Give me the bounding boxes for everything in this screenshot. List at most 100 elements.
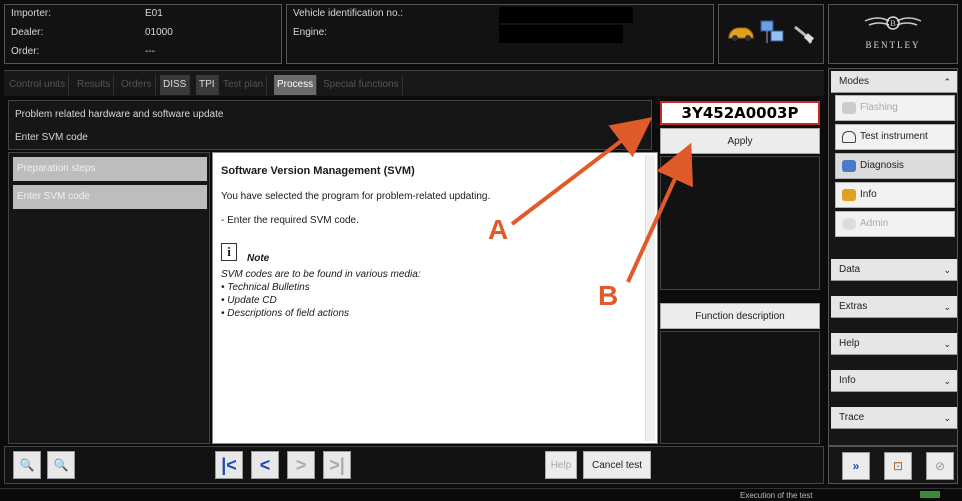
bentley-wings-icon: B	[864, 16, 922, 30]
mode-info-button[interactable]: Info	[835, 182, 955, 208]
order-value: ---	[145, 46, 155, 57]
dealer-value: 01000	[145, 27, 173, 38]
chevron-down-icon: ⌄	[943, 413, 951, 423]
importer-value: E01	[145, 8, 163, 19]
crosshair-icon[interactable]: ⊡	[884, 452, 912, 480]
content-scrollbar[interactable]	[645, 155, 655, 441]
process-title-panel: Problem related hardware and software up…	[8, 100, 652, 150]
tab-diss[interactable]: DISS	[160, 75, 191, 95]
annotation-label-b: B	[598, 280, 619, 311]
tab-test-plan[interactable]: Test plan	[220, 75, 268, 95]
right-panel-upper	[660, 156, 820, 290]
section-label: Trace	[839, 412, 865, 423]
process-title: Problem related hardware and software up…	[15, 109, 224, 120]
status-text: Execution of the test	[740, 491, 813, 500]
bullet-text: Descriptions of field actions	[227, 308, 350, 319]
step-enter-svm-code[interactable]: Enter SVM code	[13, 185, 207, 209]
svm-code-input[interactable]: 3Y452A0003P	[660, 101, 820, 125]
gauge-icon	[842, 131, 856, 143]
annotation-label-a: A	[488, 214, 509, 245]
dealer-label: Dealer:	[11, 27, 44, 38]
progress-indicator	[920, 491, 940, 498]
mode-label: Diagnosis	[860, 160, 904, 171]
note-info-icon: i	[221, 243, 237, 261]
vehicle-info-panel: Importer: E01 Dealer: 01000 Order: ---	[4, 4, 282, 64]
previous-icon[interactable]: <	[251, 451, 279, 479]
mode-label: Info	[860, 189, 877, 200]
last-page-icon[interactable]: >|	[323, 451, 351, 479]
importer-label: Importer:	[11, 8, 52, 19]
fast-forward-icon[interactable]: »	[842, 452, 870, 480]
data-section[interactable]: Data ⌄	[831, 259, 957, 281]
info-section[interactable]: Info ⌄	[831, 370, 957, 392]
admin-icon	[842, 218, 856, 230]
bullet-item: • Descriptions of field actions	[221, 308, 350, 319]
content-para1: You have selected the program for proble…	[221, 191, 491, 202]
engine-redacted	[499, 25, 623, 43]
zoom-in-icon[interactable]: 🔍	[47, 451, 75, 479]
first-page-icon[interactable]: |<	[215, 451, 243, 479]
step-preparation[interactable]: Preparation steps	[13, 157, 207, 181]
help-section[interactable]: Help ⌄	[831, 333, 957, 355]
section-label: Data	[839, 264, 861, 275]
extras-section[interactable]: Extras ⌄	[831, 296, 957, 318]
chevron-up-icon: ⌃	[943, 77, 951, 87]
vin-panel: Vehicle identification no.: Engine:	[286, 4, 714, 64]
mode-label: Test instrument	[860, 131, 928, 142]
right-panel-lower	[660, 331, 820, 444]
tab-special-functions[interactable]: Special functions	[320, 75, 403, 95]
network-icon[interactable]	[759, 19, 785, 47]
chevron-down-icon: ⌄	[943, 376, 951, 386]
stop-icon[interactable]: ⊘	[926, 452, 954, 480]
bullet-item: • Update CD	[221, 295, 277, 306]
chevron-down-icon: ⌄	[943, 302, 951, 312]
modes-header[interactable]: Modes ⌃	[831, 71, 957, 93]
bentley-logo: B BENTLEY	[828, 4, 958, 64]
tab-control-units[interactable]: Control units	[6, 75, 70, 95]
tab-tpi[interactable]: TPI	[196, 75, 219, 95]
tab-results[interactable]: Results	[74, 75, 115, 95]
mode-flashing-button: Flashing	[835, 95, 955, 121]
help-button[interactable]: Help	[545, 451, 577, 479]
chevron-down-icon: ⌄	[943, 339, 951, 349]
modes-label: Modes	[839, 76, 870, 87]
cancel-test-button[interactable]: Cancel test	[583, 451, 651, 479]
mode-label: Admin	[860, 218, 889, 229]
order-label: Order:	[11, 46, 40, 57]
mode-diagnosis-button[interactable]: Diagnosis	[835, 153, 955, 179]
next-icon[interactable]: >	[287, 451, 315, 479]
function-description-button[interactable]: Function description	[660, 303, 820, 329]
vin-redacted	[499, 7, 633, 23]
section-label: Help	[839, 338, 860, 349]
steps-panel: Preparation steps Enter SVM code	[8, 152, 210, 444]
car-icon[interactable]	[727, 23, 755, 43]
stethoscope-icon	[842, 160, 856, 172]
flashing-icon	[842, 102, 856, 114]
note-text: SVM codes are to be found in various med…	[221, 269, 421, 280]
process-subtitle: Enter SVM code	[15, 132, 88, 143]
tab-orders[interactable]: Orders	[118, 75, 156, 95]
status-bar: Execution of the test	[0, 488, 962, 501]
bullet-item: • Technical Bulletins	[221, 282, 310, 293]
mode-label: Flashing	[860, 102, 898, 113]
bottom-toolbar: 🔍 🔍 |< < > >| Help Cancel test	[4, 446, 824, 484]
vin-label: Vehicle identification no.:	[293, 8, 404, 19]
bullet-text: Technical Bulletins	[227, 282, 310, 293]
plug-icon[interactable]	[791, 21, 817, 47]
bullet-text: Update CD	[227, 295, 277, 306]
section-label: Extras	[839, 301, 868, 312]
modes-sidebar: Modes ⌃ Flashing Test instrument Diagnosi…	[828, 68, 958, 446]
mode-admin-button: Admin	[835, 211, 955, 237]
note-title: Note	[247, 253, 270, 264]
section-label: Info	[839, 375, 856, 386]
instruction-content: Software Version Management (SVM) You ha…	[212, 152, 658, 444]
brand-name: BENTLEY	[865, 40, 921, 50]
header-icons	[718, 4, 824, 64]
mode-test-instrument-button[interactable]: Test instrument	[835, 124, 955, 150]
chevron-down-icon: ⌄	[943, 265, 951, 275]
books-icon	[842, 189, 856, 201]
trace-section[interactable]: Trace ⌄	[831, 407, 957, 429]
tab-process[interactable]: Process	[274, 75, 318, 95]
zoom-out-icon[interactable]: 🔍	[13, 451, 41, 479]
apply-button[interactable]: Apply	[660, 128, 820, 154]
